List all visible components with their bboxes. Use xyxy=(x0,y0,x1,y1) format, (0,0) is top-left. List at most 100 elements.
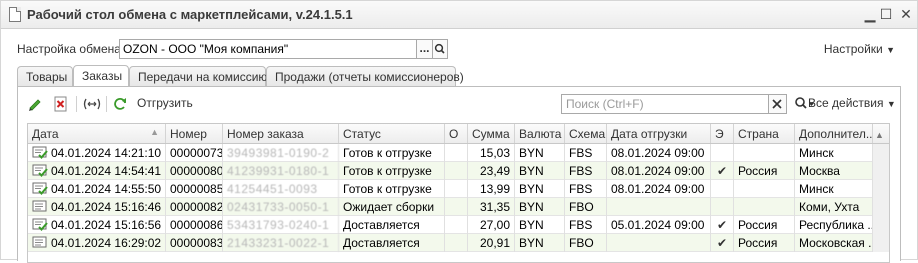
column-header[interactable]: Дата ▲ xyxy=(28,124,166,143)
table-row[interactable]: 04.01.2024 15:16:56 00000086 53431793-0240… xyxy=(28,216,889,234)
cell-sum: 13,99 xyxy=(468,180,515,198)
column-header-label: Страна xyxy=(738,127,779,141)
select-button[interactable]: ... xyxy=(417,39,433,59)
scrollbar-track[interactable] xyxy=(873,216,889,234)
cell-country: Россия xyxy=(734,216,795,234)
tab-label: Продажи (отчеты комиссионеров) xyxy=(275,70,464,84)
cell-date-text: 04.01.2024 16:29:02 xyxy=(51,236,162,250)
settings-menu[interactable]: Настройки ▼ xyxy=(824,42,895,56)
exchange-settings-field[interactable]: OZON - ООО "Моя компания" xyxy=(119,39,417,59)
column-header[interactable]: Дата отгрузки xyxy=(607,124,711,143)
column-header[interactable]: Номер xyxy=(166,124,223,143)
cell-sum: 31,35 xyxy=(468,198,515,216)
maximize-button[interactable]: ☐ xyxy=(877,5,895,23)
tab-orders[interactable]: Заказы xyxy=(73,65,129,88)
all-actions-menu[interactable]: Все действия ▼ xyxy=(808,96,896,114)
scrollbar-track[interactable] xyxy=(873,234,889,252)
refresh-icon xyxy=(114,98,126,110)
cell-sum: 15,03 xyxy=(468,144,515,162)
cell-ship-date: 08.01.2024 09:00 xyxy=(607,180,711,198)
cell-scheme: FBS xyxy=(565,216,607,234)
tab-products[interactable]: Товары xyxy=(17,66,73,87)
delete-mark-icon xyxy=(54,96,67,112)
column-header-label: Дополнител... xyxy=(799,127,873,141)
scrollbar-track[interactable] xyxy=(873,144,889,162)
ship-button[interactable]: Отгрузить xyxy=(137,96,193,114)
column-header[interactable]: О xyxy=(445,124,468,143)
cell-date: 04.01.2024 15:16:46 xyxy=(28,198,166,216)
column-header[interactable]: Номер заказа xyxy=(223,124,339,143)
column-header-label: Номер xyxy=(170,127,207,141)
cell-scheme: FBS xyxy=(565,162,607,180)
cell-number: 00000083 xyxy=(166,234,223,252)
cell-e: ✔ xyxy=(711,162,734,180)
cell-order-number: 21433231-0022-1 xyxy=(223,234,339,252)
cell-o xyxy=(445,144,468,162)
column-header[interactable]: Дополнител... xyxy=(795,124,873,143)
orders-table: Дата ▲ Номер Номер заказа Статус О Сумма… xyxy=(27,123,890,263)
column-header[interactable]: Схема xyxy=(565,124,607,143)
table-row[interactable]: 04.01.2024 15:16:46 00000082 02431733-0050… xyxy=(28,198,889,216)
cell-country xyxy=(734,180,795,198)
cell-order-number: 02431733-0050-1 xyxy=(223,198,339,216)
scrollbar-track[interactable] xyxy=(873,198,889,216)
scrollbar-track[interactable] xyxy=(873,180,889,198)
sort-icon: ▲ xyxy=(150,127,159,137)
column-header[interactable]: Валюта xyxy=(515,124,565,143)
cell-country: Россия xyxy=(734,234,795,252)
cell-date: 04.01.2024 16:29:02 xyxy=(28,234,166,252)
cell-extra: Коми, Ухта xyxy=(795,198,873,216)
tab-commission-transfers[interactable]: Передачи на комиссию xyxy=(129,66,267,87)
cell-number: 00000080 xyxy=(166,162,223,180)
cell-scheme: FBS xyxy=(565,180,607,198)
column-header-label: Дата отгрузки xyxy=(611,127,688,141)
cell-extra: Республика ... xyxy=(795,216,873,234)
table-row[interactable]: 04.01.2024 14:54:41 00000080 41239931-0180… xyxy=(28,162,889,180)
doc-green-check-icon xyxy=(32,218,48,231)
tab-commission-sales[interactable]: Продажи (отчеты комиссионеров) xyxy=(266,66,464,87)
doc-icon xyxy=(32,200,48,213)
link-button[interactable] xyxy=(82,95,102,113)
cell-ship-date: 08.01.2024 09:00 xyxy=(607,144,711,162)
exchange-settings-row: Настройка обмена: OZON - ООО "Моя компан… xyxy=(1,37,917,61)
refresh-button[interactable] xyxy=(111,95,129,113)
cell-date: 04.01.2024 14:54:41 xyxy=(28,162,166,180)
table-row[interactable]: 04.01.2024 14:55:50 00000085 41254451-0093… xyxy=(28,180,889,198)
cell-status: Ожидает сборки xyxy=(339,198,445,216)
cell-currency: BYN xyxy=(515,144,565,162)
column-header[interactable]: Сумма xyxy=(468,124,515,143)
cell-ship-date xyxy=(607,234,711,252)
cell-status: Готов к отгрузке xyxy=(339,162,445,180)
table-row[interactable]: 04.01.2024 14:21:10 00000073 39493981-0190… xyxy=(28,144,889,162)
cell-date-text: 04.01.2024 15:16:56 xyxy=(51,218,162,232)
cell-ship-date xyxy=(607,198,711,216)
cell-date-text: 04.01.2024 14:54:41 xyxy=(51,164,162,178)
table-row[interactable]: 04.01.2024 16:29:02 00000083 21433231-0022… xyxy=(28,234,889,252)
cell-status: Доставляется xyxy=(339,216,445,234)
cell-date-text: 04.01.2024 14:55:50 xyxy=(51,182,162,196)
all-actions-label: Все действия xyxy=(808,96,884,110)
close-button[interactable]: ✕ xyxy=(897,5,915,23)
column-header[interactable]: Страна xyxy=(734,124,795,143)
column-header[interactable]: Э xyxy=(711,124,734,143)
cell-scheme: FBO xyxy=(565,234,607,252)
delete-button[interactable] xyxy=(52,95,70,113)
open-search-button[interactable] xyxy=(433,39,448,59)
column-header[interactable]: Статус xyxy=(339,124,445,143)
cell-ship-date: 05.01.2024 09:00 xyxy=(607,216,711,234)
cell-o xyxy=(445,216,468,234)
cell-order-number: 41239931-0180-1 xyxy=(223,162,339,180)
clear-search-button[interactable] xyxy=(769,94,787,114)
scroll-up-button[interactable]: ▲ xyxy=(873,124,889,143)
window-title: Рабочий стол обмена с маркетплейсами, v.… xyxy=(27,7,353,22)
scrollbar-track[interactable] xyxy=(873,162,889,180)
search-input[interactable]: Поиск (Ctrl+F) xyxy=(561,94,769,114)
cell-status: Готов к отгрузке xyxy=(339,144,445,162)
column-header-label: Дата xyxy=(32,127,59,141)
edit-button[interactable] xyxy=(26,95,44,113)
column-header-label: О xyxy=(449,127,459,141)
cell-status: Готов к отгрузке xyxy=(339,180,445,198)
chevron-down-icon: ▼ xyxy=(886,99,896,109)
cell-currency: BYN xyxy=(515,198,565,216)
toolbar-separator xyxy=(76,96,77,112)
